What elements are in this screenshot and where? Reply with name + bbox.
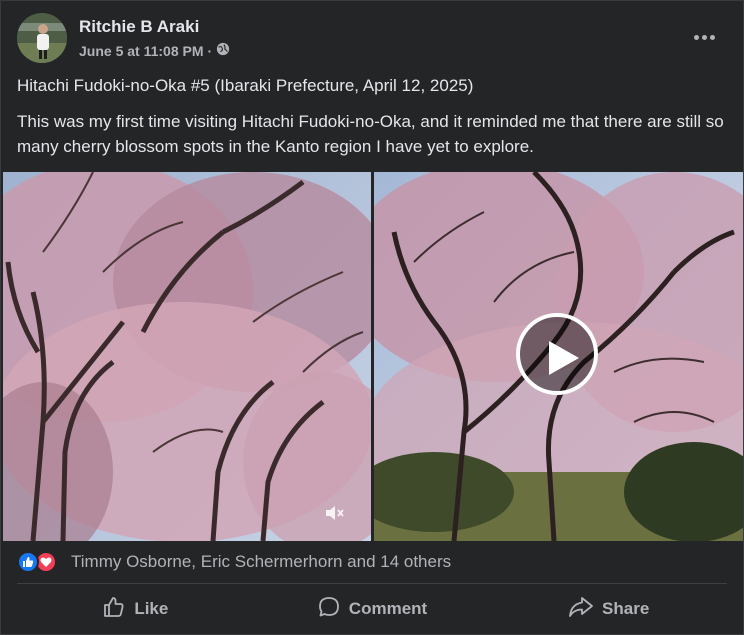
reactions-summary[interactable]: Timmy Osborne, Eric Schermerhorn and 14 …: [71, 552, 451, 572]
share-label: Share: [602, 599, 650, 618]
post-title: Hitachi Fudoki-no-Oka #5 (Ibaraki Prefec…: [17, 76, 474, 95]
meta-separator: ·: [207, 42, 213, 59]
comment-label: Comment: [348, 599, 428, 618]
divider: [17, 583, 727, 584]
more-options-icon[interactable]: [687, 25, 721, 49]
like-button[interactable]: Like: [17, 587, 254, 631]
share-button[interactable]: Share: [490, 587, 727, 631]
share-icon: [568, 595, 594, 624]
comment-icon: [317, 595, 341, 624]
media-grid: [3, 172, 743, 541]
post-body: This was my first time visiting Hitachi …: [17, 112, 724, 156]
action-bar: Like Comment Share: [17, 587, 727, 631]
reactions-row: Timmy Osborne, Eric Schermerhorn and 14 …: [17, 549, 727, 575]
post-header: Ritchie B Araki June 5 at 11:08 PM ·: [17, 13, 727, 65]
reaction-icons[interactable]: [17, 551, 65, 573]
like-icon: [102, 595, 126, 624]
comment-button[interactable]: Comment: [254, 587, 491, 631]
post-meta: June 5 at 11:08 PM ·: [79, 42, 230, 59]
post-card: Ritchie B Araki June 5 at 11:08 PM · Hit…: [0, 0, 744, 635]
cherry-blossom-video[interactable]: [374, 172, 743, 541]
post-timestamp[interactable]: June 5 at 11:08 PM: [79, 43, 204, 59]
cherry-blossom-photo[interactable]: [3, 172, 371, 541]
like-reaction-icon: [17, 551, 39, 573]
like-label: Like: [134, 599, 169, 618]
mute-icon[interactable]: [323, 502, 345, 529]
globe-icon: [216, 42, 230, 59]
play-icon[interactable]: [516, 313, 598, 395]
author-name[interactable]: Ritchie B Araki: [79, 17, 199, 37]
avatar[interactable]: [17, 13, 67, 63]
